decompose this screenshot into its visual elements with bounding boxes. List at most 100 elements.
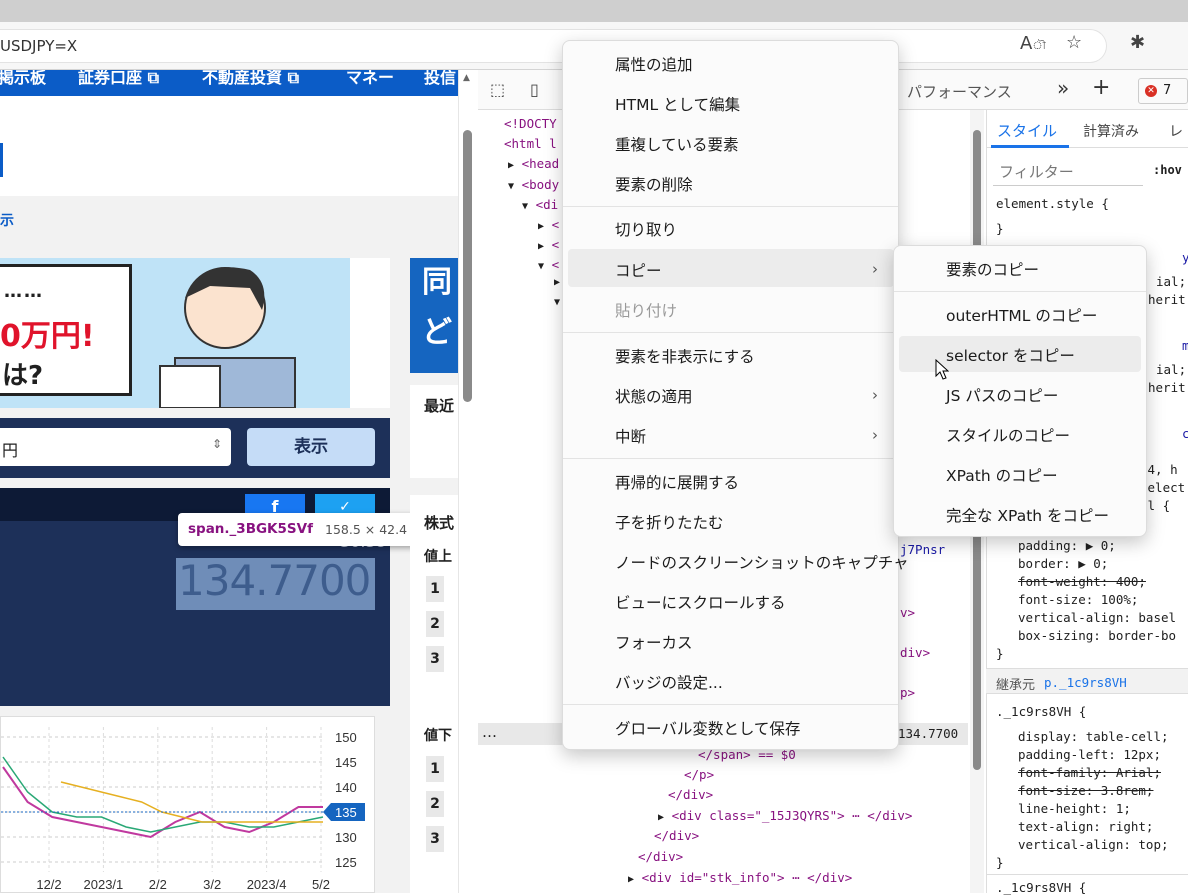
menu-item-duplicate-element[interactable]: 重複している要素	[615, 133, 739, 155]
css-decl[interactable]: font-size: 100%;	[1018, 592, 1138, 607]
css-decl[interactable]: padding-left: 12px;	[1018, 747, 1161, 762]
css-decl[interactable]: text-align: right;	[1018, 819, 1153, 834]
dom-line[interactable]: </div>	[668, 787, 713, 802]
dom-fragment[interactable]: p>	[900, 685, 915, 700]
dom-fragment[interactable]: div>	[900, 645, 930, 660]
css-decl[interactable]: box-sizing: border-bo	[1018, 628, 1176, 643]
submenu-copy-outerhtml[interactable]: outerHTML のコピー	[946, 304, 1097, 326]
menu-item-store-as-global[interactable]: グローバル変数として保存	[615, 717, 800, 739]
dom-line[interactable]: ▼ <di	[522, 197, 558, 212]
menu-item-capture-node-screenshot[interactable]: ノードのスクリーンショットのキャプチャ	[615, 551, 909, 573]
error-count-badge[interactable]: ✕ 7	[1138, 78, 1188, 104]
nav-item[interactable]: マネー	[346, 70, 394, 88]
menu-item-scroll-into-view[interactable]: ビューにスクロールする	[615, 591, 786, 613]
tab-computed[interactable]: 計算済み	[1083, 121, 1139, 141]
tab-styles[interactable]: スタイル	[997, 120, 1057, 141]
side-banner[interactable]: 同 ど	[410, 258, 458, 373]
banner-illustration	[159, 267, 296, 408]
currency-select[interactable]: 円 ⇕	[0, 428, 231, 466]
device-toolbar-icon[interactable]: ▯	[530, 80, 539, 99]
dom-line[interactable]: ▼ <body	[508, 177, 559, 192]
page-link[interactable]: 示	[0, 210, 14, 230]
nav-item[interactable]: 投信	[424, 70, 456, 88]
ad-banner[interactable]: …… 0万円! は?	[0, 258, 390, 408]
menu-item-copy[interactable]: コピー	[615, 259, 662, 281]
x-tick-label: 2023/1	[84, 877, 124, 892]
menu-item-force-state[interactable]: 状態の適用	[615, 385, 693, 407]
nav-item[interactable]: 掲示板	[0, 70, 46, 88]
stocks-label: 株式	[424, 514, 455, 532]
inspect-tooltip: span._3BGK5SVf 158.5 × 42.4	[178, 513, 420, 546]
dom-line[interactable]: <html l	[504, 136, 557, 151]
dom-line[interactable]: ▶ <	[538, 237, 559, 252]
more-tabs-icon[interactable]: »	[1057, 76, 1069, 100]
submenu-copy-styles[interactable]: スタイルのコピー	[946, 424, 1070, 446]
mouse-cursor-icon	[935, 359, 949, 380]
nav-item[interactable]: 証券口座 ⧉	[78, 70, 159, 88]
address-text[interactable]: USDJPY=X	[0, 37, 77, 55]
dom-expander-icon[interactable]: ▶	[554, 277, 560, 288]
banner-textbox: …… 0万円! は?	[0, 264, 132, 396]
menu-item-hide-element[interactable]: 要素を非表示にする	[615, 345, 755, 367]
css-decl[interactable]: line-height: 1;	[1018, 801, 1131, 816]
y-tick-label: 140	[335, 780, 357, 795]
css-decl[interactable]: display: table-cell;	[1018, 729, 1169, 744]
menu-item-edit-as-html[interactable]: HTML として編集	[615, 93, 740, 115]
read-aloud-icon[interactable]: Aৗ	[1020, 33, 1046, 56]
dom-line[interactable]: ▶ <head	[508, 156, 559, 171]
dom-expander-icon[interactable]: ▼	[554, 297, 560, 308]
dom-line[interactable]: ▶ <div class="_15J3QYRS"> ⋯ </div>	[658, 808, 912, 823]
inspect-element-icon[interactable]: ⬚	[490, 80, 505, 99]
css-decl[interactable]: font-weight: 400;	[1018, 574, 1146, 589]
menu-item-delete-element[interactable]: 要素の削除	[615, 173, 693, 195]
context-menu: 属性の追加 HTML として編集 重複している要素 要素の削除 切り取り コピー…	[562, 40, 909, 750]
dom-line[interactable]: ▼ <	[538, 257, 559, 272]
menu-item-collapse-children[interactable]: 子を折りたたむ	[615, 511, 724, 533]
tab-layout[interactable]: レ	[1169, 121, 1183, 141]
submenu-copy-xpath[interactable]: XPath のコピー	[946, 464, 1058, 486]
submenu-copy-js-path[interactable]: JS パスのコピー	[946, 384, 1058, 406]
tab-performance[interactable]: パフォーマンス	[907, 81, 1012, 102]
add-tab-icon[interactable]: +	[1092, 75, 1110, 100]
filter-input[interactable]: フィルター	[993, 154, 1143, 186]
dom-line[interactable]: ▶ <	[538, 217, 559, 232]
menu-item-badge-settings[interactable]: バッジの設定...	[615, 671, 723, 693]
submenu-copy-selector[interactable]: selector をコピー	[946, 344, 1075, 366]
x-tick-label: 5/2	[312, 877, 330, 892]
fx-chart: 150 145 140 135 130 125 12/2 2023/1 2/2 3/2 2023/4…	[0, 716, 375, 893]
rank-badge: 1	[426, 576, 444, 602]
menu-item-add-attribute[interactable]: 属性の追加	[615, 53, 693, 75]
dom-fragment[interactable]: v>	[900, 605, 915, 620]
dom-line[interactable]: </div>	[638, 849, 683, 864]
fx-select-bar: 円 ⇕ 表示	[0, 418, 390, 478]
dom-line[interactable]: <!DOCTY	[504, 116, 557, 131]
favorite-add-icon[interactable]: ☆	[1066, 32, 1082, 53]
css-decl[interactable]: padding: ▶ 0;	[1018, 538, 1116, 553]
active-tab-indicator	[991, 145, 1069, 148]
dom-line[interactable]: </p>	[684, 767, 714, 782]
css-decl[interactable]: font-family: Arial;	[1018, 765, 1161, 780]
css-decl[interactable]: vertical-align: top;	[1018, 837, 1169, 852]
css-frag: herit;	[1148, 380, 1188, 395]
address-bar[interactable]	[0, 30, 1106, 62]
css-decl[interactable]: font-size: 3.8rem;	[1018, 783, 1153, 798]
submenu-copy-element[interactable]: 要素のコピー	[946, 258, 1039, 280]
extensions-icon[interactable]: ✱	[1130, 32, 1145, 53]
current-price-label: 135	[335, 805, 357, 820]
dom-line[interactable]: </div>	[654, 828, 699, 843]
css-decl[interactable]: border: ▶ 0;	[1018, 556, 1108, 571]
submenu-copy-full-xpath[interactable]: 完全な XPath をコピー	[946, 504, 1109, 526]
page-scrollbar[interactable]: ▲	[458, 70, 478, 893]
scroll-thumb[interactable]	[463, 130, 472, 402]
menu-item-expand-recursively[interactable]: 再帰的に展開する	[615, 471, 739, 493]
dom-line[interactable]: ▶ <div id="stk_info"> ⋯ </div>	[628, 870, 852, 885]
menu-item-break-on[interactable]: 中断	[615, 425, 646, 447]
nav-item[interactable]: 不動産投資 ⧉	[202, 70, 299, 88]
chevron-right-icon: ›	[872, 386, 878, 404]
menu-item-focus[interactable]: フォーカス	[615, 631, 693, 653]
show-button[interactable]: 表示	[247, 428, 375, 466]
menu-item-cut[interactable]: 切り取り	[615, 218, 677, 240]
y-tick-label: 150	[335, 730, 357, 745]
hov-toggle[interactable]: :hov	[1153, 163, 1182, 177]
css-decl[interactable]: vertical-align: basel	[1018, 610, 1176, 625]
